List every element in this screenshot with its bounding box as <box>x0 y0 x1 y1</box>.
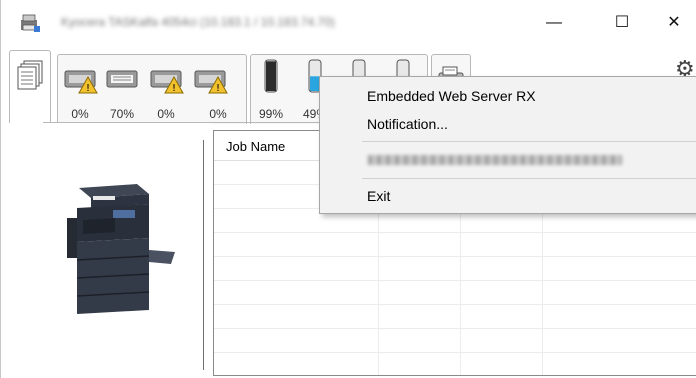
printer-panel <box>9 123 211 373</box>
maximize-button[interactable]: ☐ <box>599 8 645 38</box>
table-row <box>214 281 696 305</box>
document-stack-icon <box>17 60 43 90</box>
tray-level-label: 70% <box>109 107 135 121</box>
context-menu: Embedded Web Server RX Notification... E… <box>319 76 696 214</box>
tray-level-label: 0% <box>157 107 175 121</box>
paper-tray-icon: ! <box>194 70 228 94</box>
menu-item-notification[interactable]: Notification... <box>367 116 448 132</box>
paper-tray-icon <box>106 70 138 88</box>
printer-image <box>67 184 175 314</box>
status-monitor-window: Kyocera TASKalfa 4054ci (10.183.1 / 10.1… <box>0 0 696 378</box>
tab-paper[interactable]: ! 0% 70% ! 0% ! 0% <box>57 54 247 124</box>
title-bar: Kyocera TASKalfa 4054ci (10.183.1 / 10.1… <box>1 0 696 46</box>
svg-text:!: ! <box>172 83 176 94</box>
table-row <box>214 305 696 329</box>
table-row <box>214 257 696 281</box>
toner-black-icon <box>264 59 278 93</box>
menu-item-embedded-web-server[interactable]: Embedded Web Server RX <box>367 88 536 104</box>
tray-level-label: 0% <box>209 107 227 121</box>
menu-separator <box>362 141 696 142</box>
table-row <box>214 233 696 257</box>
panel-divider <box>203 140 204 370</box>
tray-level-label: 0% <box>71 107 89 121</box>
minimize-button[interactable]: — <box>531 8 577 38</box>
paper-tray-icon: ! <box>150 70 184 94</box>
menu-separator <box>362 178 696 179</box>
menu-item-blurred <box>368 155 622 165</box>
menu-item-exit[interactable]: Exit <box>367 188 390 204</box>
svg-text:!: ! <box>216 83 220 94</box>
column-header-job-name[interactable]: Job Name <box>226 139 285 154</box>
table-row <box>214 329 696 353</box>
printer-icon <box>21 14 40 32</box>
svg-text:!: ! <box>86 83 90 94</box>
close-button[interactable]: ✕ <box>651 8 696 38</box>
paper-tray-icon: ! <box>64 70 98 94</box>
window-title: Kyocera TASKalfa 4054ci (10.183.1 / 10.1… <box>61 15 335 29</box>
table-row <box>214 353 696 375</box>
tab-jobs[interactable] <box>9 50 51 126</box>
toner-level-label: 99% <box>258 107 284 121</box>
